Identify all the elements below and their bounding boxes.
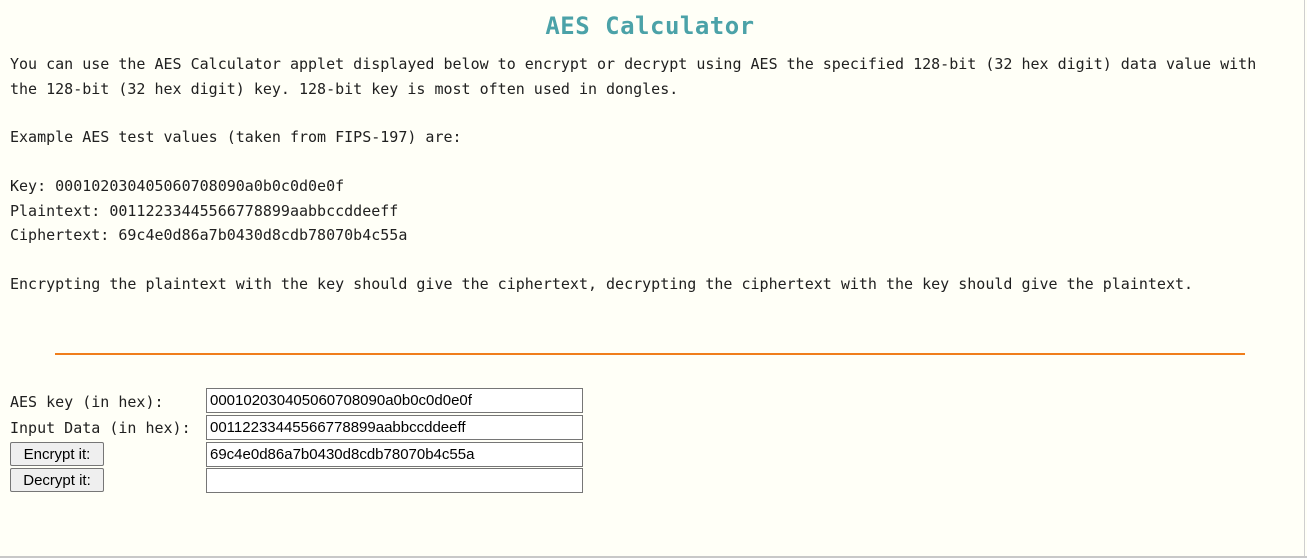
- input-data-label: Input Data (in hex):: [10, 419, 191, 437]
- encrypt-result-field[interactable]: [206, 442, 583, 467]
- input-data-field[interactable]: [206, 415, 583, 440]
- key-label: AES key (in hex):: [10, 393, 164, 411]
- example-key-line: Key: 000102030405060708090a0b0c0d0e0f: [10, 177, 345, 195]
- window-right-border: [1304, 0, 1305, 556]
- decrypt-button[interactable]: Decrypt it:: [10, 468, 104, 492]
- intro-paragraph: You can use the AES Calculator applet di…: [10, 55, 1266, 98]
- orange-divider: [55, 353, 1245, 355]
- aes-calculator-page: AES Calculator You can use the AES Calcu…: [0, 0, 1303, 556]
- example-heading: Example AES test values (taken from FIPS…: [10, 128, 462, 146]
- example-plaintext-line: Plaintext: 00112233445566778899aabbccdde…: [10, 201, 399, 220]
- page-title: AES Calculator: [545, 12, 755, 40]
- encrypt-button[interactable]: Encrypt it:: [10, 442, 104, 466]
- explanation-paragraph: Encrypting the plaintext with the key sh…: [10, 275, 1194, 293]
- aes-key-input[interactable]: [206, 388, 583, 413]
- decrypt-result-field[interactable]: [206, 468, 583, 493]
- example-ciphertext-line: Ciphertext: 69c4e0d86a7b0430d8cdb78070b4…: [10, 226, 408, 244]
